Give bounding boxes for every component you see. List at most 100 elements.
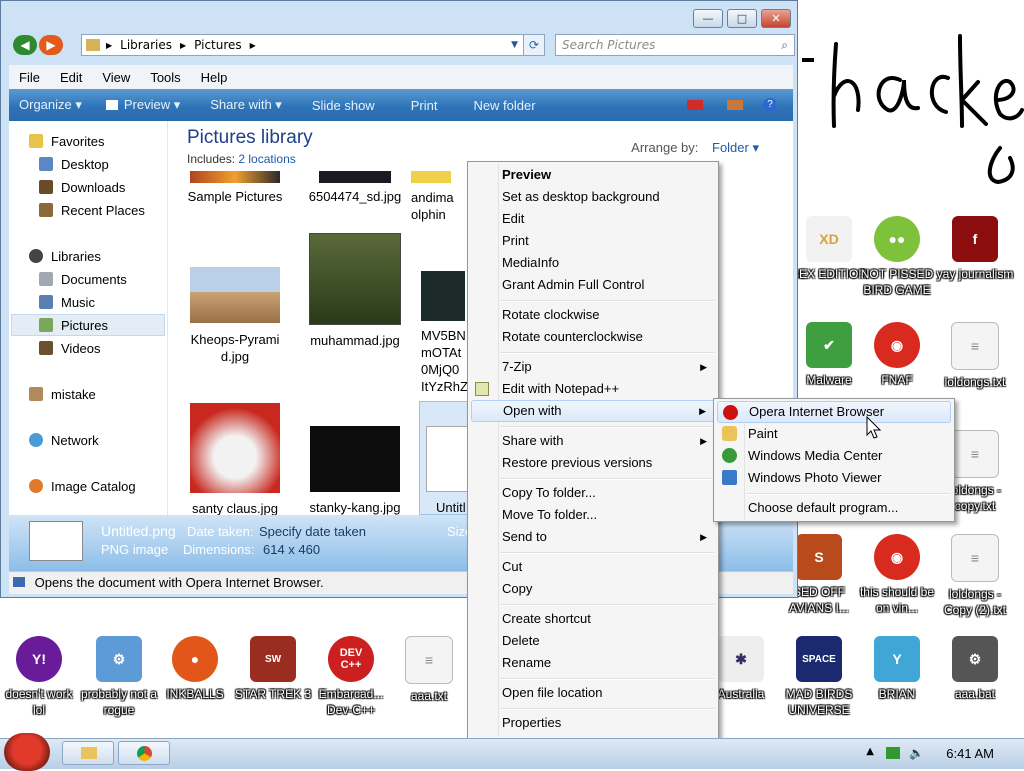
arrange-by-dropdown[interactable]: Folder ▾ [712,140,759,155]
menu-item-rotate-counterclockwise[interactable]: Rotate counterclockwise [471,326,715,348]
start-button[interactable] [4,733,50,771]
menu-view[interactable]: View [92,70,140,85]
nav-videos[interactable]: Videos [39,338,101,358]
desktop-icon-probably-not-a-rogue[interactable]: ⚙ probably not a rogue [80,636,158,718]
desktop-icon-not-pissed-bird-game[interactable]: ●● NOT PISSED BIRD GAME [858,216,936,298]
menu-edit[interactable]: Edit [50,70,92,85]
thumbnail-item[interactable]: 6504474_sd.jpg [299,171,411,204]
taskbar-explorer-button[interactable] [62,741,114,765]
breadcrumb-libraries[interactable]: Libraries [120,38,172,52]
menu-item-open-with[interactable]: Open with ▶ [471,400,715,422]
menu-item-move-to-folder[interactable]: Move To folder... [471,504,715,526]
forward-button[interactable]: ▶ [39,35,63,55]
organize-button[interactable]: Organize ▾ [19,97,82,113]
desktop-icon-brian[interactable]: Y BRIAN [858,636,936,702]
breadcrumb-pictures[interactable]: Pictures [194,38,242,52]
open-with-paint[interactable]: Paint [717,423,951,445]
desktop-icon-this-should-be-on-vin[interactable]: ◉ this should be on vin... [858,534,936,616]
menu-item-copy[interactable]: Copy [471,578,715,600]
menu-item-preview[interactable]: Preview [471,164,715,186]
help-icon[interactable]: ? [763,98,777,112]
menu-item-send-to[interactable]: Send to ▶ [471,526,715,548]
open-with-choose-default[interactable]: Choose default program... [717,497,951,519]
menu-file[interactable]: File [9,70,50,85]
open-with-media-center[interactable]: Windows Media Center [717,445,951,467]
nav-pictures[interactable]: Pictures [39,315,108,335]
clock[interactable]: 6:41 AM [946,746,994,761]
menu-item-set-desktop-background[interactable]: Set as desktop background [471,186,715,208]
nav-mistake[interactable]: mistake [29,384,96,404]
menu-item-create-shortcut[interactable]: Create shortcut [471,608,715,630]
details-date-value[interactable]: Specify date taken [259,524,366,539]
menu-tools[interactable]: Tools [140,70,190,85]
refresh-button[interactable]: ⟳ [523,34,545,56]
menu-item-rotate-clockwise[interactable]: Rotate clockwise [471,304,715,326]
print-button[interactable]: Print [411,98,438,113]
address-dropdown-icon[interactable]: ▼ [511,40,518,50]
menu-item-cut[interactable]: Cut [471,556,715,578]
desktop-icon-mad-birds-universe[interactable]: SPACE MAD BIRDS UNIVERSE [780,636,858,718]
menu-item-properties[interactable]: Properties [471,712,715,734]
desktop-icon-inkballs[interactable]: ● INKBALLS [156,636,234,702]
thumbnail-item[interactable]: santy claus.jpg [179,403,291,516]
close-button[interactable]: ✕ [761,9,791,28]
slide-show-button[interactable]: Slide show [312,98,375,113]
address-bar[interactable]: ▶ Libraries ▶ Pictures ▶ ▼ [81,34,525,56]
search-input[interactable]: Search Pictures ⌕ [555,34,795,56]
desktop-icon-sex-editior[interactable]: XD SEX EDITIOR [790,216,868,282]
desktop-icon-loldongs-copy-2[interactable]: ≡ loldongs - Copy (2).txt [936,534,1014,618]
nav-desktop[interactable]: Desktop [39,154,109,174]
menu-help[interactable]: Help [191,70,238,85]
menu-item-open-file-location[interactable]: Open file location [471,682,715,704]
taskbar-chrome-button[interactable] [118,741,170,765]
back-button[interactable]: ◀ [13,35,37,55]
nav-downloads[interactable]: Downloads [39,177,125,197]
nav-image-catalog[interactable]: Image Catalog [29,476,136,496]
volume-tray-icon[interactable]: 🔈 [909,746,924,760]
nav-network[interactable]: Network [29,430,99,450]
desktop-icon-aaa-txt[interactable]: ≡ aaa.txt [390,636,468,704]
desktop-icon-aaa-bat[interactable]: ⚙ aaa.bat [936,636,1014,702]
desktop-icon-loldongs[interactable]: ≡ loldongs.txt [936,322,1014,390]
open-with-opera[interactable]: Opera Internet Browser [717,401,951,423]
thumbnail-item[interactable]: MV5BN mOTAt 0MjQ0 ItYzRhZ [421,271,471,395]
show-hidden-icons-icon[interactable]: ▲ [866,746,874,757]
desktop-icon-yay-journalism[interactable]: f yay journalism [936,216,1014,282]
maximize-button[interactable]: □ [727,9,757,28]
nav-favorites[interactable]: Favorites [29,131,104,151]
menu-item-mediainfo[interactable]: MediaInfo [471,252,715,274]
menu-item-share-with[interactable]: Share with ▶ [471,430,715,452]
menu-item-7zip[interactable]: 7-Zip ▶ [471,356,715,378]
open-with-photo-viewer[interactable]: Windows Photo Viewer [717,467,951,489]
thumbnail-item[interactable]: muhammad.jpg [299,233,411,348]
preview-button[interactable]: Preview ▾ [124,97,180,113]
desktop-icon-star-trek-3[interactable]: SW STAR TREK 3 [234,636,312,702]
desktop-icon-doesnt-work-lol[interactable]: Y! doesn't work lol [0,636,78,718]
share-with-button[interactable]: Share with ▾ [210,97,282,113]
thumbnail-item[interactable]: Sample Pictures [179,171,291,204]
thumbnail-item[interactable]: stanky-kang.jpg [299,426,411,515]
nav-documents[interactable]: Documents [39,269,127,289]
new-folder-button[interactable]: New folder [473,98,535,113]
thumbnail-item[interactable]: andima olphin [411,171,471,223]
views-icon[interactable] [687,100,703,110]
nav-music[interactable]: Music [39,292,95,312]
minimize-button[interactable]: — [693,9,723,28]
menu-item-delete[interactable]: Delete [471,630,715,652]
desktop-icon-fnaf[interactable]: ◉ FNAF [858,322,936,388]
menu-item-edit-notepad[interactable]: Edit with Notepad++ [471,378,715,400]
thumbnail-item[interactable]: Kheops-Pyrami d.jpg [179,267,291,365]
preview-pane-icon[interactable] [727,100,743,110]
locations-link[interactable]: 2 locations [238,152,295,166]
menu-item-edit[interactable]: Edit [471,208,715,230]
menu-item-print[interactable]: Print [471,230,715,252]
menu-item-rename[interactable]: Rename [471,652,715,674]
nav-libraries[interactable]: Libraries [29,246,101,266]
network-tray-icon[interactable] [886,747,900,759]
menu-item-grant-admin[interactable]: Grant Admin Full Control [471,274,715,296]
desktop-icon-embarcadero-dev-cpp[interactable]: DEV C++ Embarcad... Dev-C++ [312,636,390,718]
desktop-icon-malware[interactable]: ✔ Malware [790,322,868,388]
menu-item-copy-to-folder[interactable]: Copy To folder... [471,482,715,504]
nav-recent-places[interactable]: Recent Places [39,200,145,220]
menu-item-restore-previous[interactable]: Restore previous versions [471,452,715,474]
